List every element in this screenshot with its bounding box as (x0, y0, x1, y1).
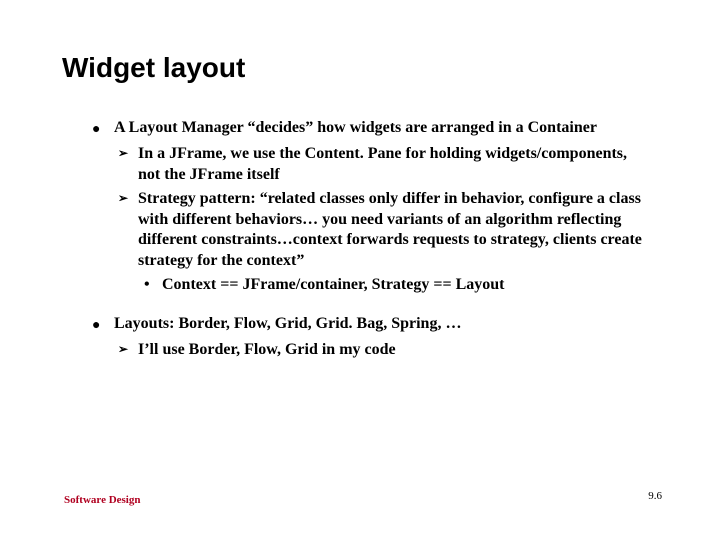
arrow-bullet-icon: ➢ (118, 191, 128, 206)
slide-title: Widget layout (62, 52, 245, 84)
bullet-level3: • Context == JFrame/container, Strategy … (92, 275, 650, 295)
slide: Widget layout ● A Layout Manager “decide… (0, 0, 720, 540)
footer-left: Software Design (64, 494, 140, 506)
arrow-bullet-icon: ➢ (118, 342, 128, 357)
bullet-level1: ● Layouts: Border, Flow, Grid, Grid. Bag… (92, 314, 650, 334)
bullet-level2: ➢ I’ll use Border, Flow, Grid in my code (92, 340, 650, 360)
page-number: 9.6 (648, 490, 662, 502)
bullet-level2: ➢ Strategy pattern: “related classes onl… (92, 189, 650, 271)
bullet-level2: ➢ In a JFrame, we use the Content. Pane … (92, 144, 650, 185)
disc-bullet-icon: ● (92, 316, 100, 334)
bullet-text: I’ll use Border, Flow, Grid in my code (138, 341, 396, 358)
bullet-level1: ● A Layout Manager “decides” how widgets… (92, 118, 650, 138)
spacer (92, 300, 650, 314)
bullet-text: In a JFrame, we use the Content. Pane fo… (138, 145, 627, 182)
bullet-text: A Layout Manager “decides” how widgets a… (114, 119, 597, 136)
dot-bullet-icon: • (144, 275, 150, 295)
bullet-text: Context == JFrame/container, Strategy ==… (162, 276, 505, 293)
disc-bullet-icon: ● (92, 120, 100, 138)
bullet-text: Layouts: Border, Flow, Grid, Grid. Bag, … (114, 315, 461, 332)
arrow-bullet-icon: ➢ (118, 146, 128, 161)
slide-body: ● A Layout Manager “decides” how widgets… (92, 118, 650, 365)
bullet-text: Strategy pattern: “related classes only … (138, 190, 642, 268)
